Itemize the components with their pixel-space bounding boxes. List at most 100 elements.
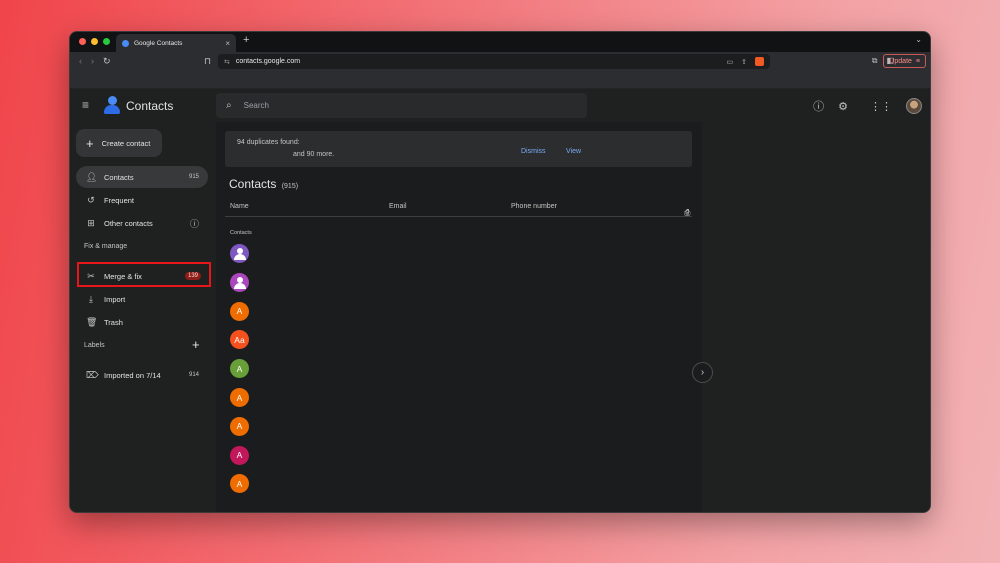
contact-avatar[interactable]: A — [230, 474, 249, 494]
forward-icon[interactable]: › — [91, 56, 94, 67]
cast-icon[interactable]: ▭ — [727, 58, 734, 66]
address-bar[interactable]: ⇆ contacts.google.com ▭ ⇪ — [218, 54, 770, 69]
search-input[interactable] — [243, 101, 544, 110]
sidebar-item-label: Trash — [104, 317, 123, 327]
app-title: Contacts — [126, 99, 174, 113]
nav-buttons: ‹ › ↻ — [79, 56, 111, 67]
contact-avatar[interactable]: A — [230, 388, 249, 407]
extensions-icon[interactable]: ⧉ — [872, 56, 878, 66]
main-menu-icon[interactable]: ≡ — [82, 99, 89, 111]
fix-manage-heading: Fix & manage — [84, 243, 128, 250]
browser-window: Google Contacts × + ⌄ ‹ › ↻ ⊓ ⇆ contacts… — [69, 31, 931, 513]
dismiss-button[interactable]: Dismiss — [521, 148, 546, 155]
create-contact-button[interactable]: + Create contact — [76, 129, 162, 157]
bookmark-icon[interactable]: ⊓ — [204, 56, 211, 67]
duplicates-banner: 94 duplicates found: and 90 more. Dismis… — [225, 131, 692, 167]
app-header: ≡ Contacts ⌕ ⓘ ⚙ ⋮⋮ — [70, 89, 930, 122]
sidebar-item-merge-fix[interactable]: ✂ Merge & fix 139 — [76, 265, 208, 287]
contact-avatar[interactable]: Aa — [230, 330, 249, 350]
contacts-app: ≡ Contacts ⌕ ⓘ ⚙ ⋮⋮ + Create contact 👤︎ … — [70, 89, 930, 512]
tab-list-chevron-icon[interactable]: ⌄ — [915, 35, 922, 44]
main-content: 94 duplicates found: and 90 more. Dismis… — [216, 122, 702, 512]
new-tab-button[interactable]: + — [243, 34, 249, 46]
url-text: contacts.google.com — [235, 58, 301, 65]
header-actions: ⓘ ⚙ ⋮⋮ — [813, 98, 922, 114]
window-controls — [79, 38, 110, 45]
add-label-icon[interactable]: + — [192, 337, 200, 352]
bookmarks-bar — [70, 72, 930, 89]
sidebar-item-label: Merge & fix — [104, 271, 142, 281]
reload-icon[interactable]: ↻ — [103, 56, 111, 67]
brave-shield-icon[interactable] — [755, 57, 764, 66]
view-button[interactable]: View — [566, 148, 581, 155]
back-icon[interactable]: ‹ — [79, 56, 82, 67]
page-title-count: (915) — [281, 183, 299, 190]
hamburger-icon: ≡ — [915, 57, 920, 65]
sidebar-item-other-contacts[interactable]: ⊞ Other contacts ⓘ — [76, 212, 208, 234]
contact-add-icon: ⊞ — [87, 217, 95, 228]
close-tab-icon[interactable]: × — [225, 39, 230, 48]
sidebar-item-label: Frequent — [104, 195, 135, 205]
label-count: 914 — [188, 372, 199, 378]
column-email: Email — [389, 203, 407, 210]
contacts-favicon-icon — [122, 39, 129, 47]
sidebar-item-import[interactable]: ⤓ Import — [76, 288, 208, 310]
contact-avatar[interactable] — [230, 244, 249, 263]
contacts-count: 915 — [188, 174, 199, 180]
sidebar-item-label: Import — [104, 294, 126, 304]
update-button[interactable]: Update ≡ — [883, 54, 926, 68]
sidebar-item-trash[interactable]: 🗑︎ Trash — [76, 311, 208, 333]
sidebar-item-label: Contacts — [104, 172, 134, 182]
account-avatar[interactable] — [906, 98, 922, 114]
browser-tab[interactable]: Google Contacts × — [116, 34, 236, 52]
label-icon: ⌦ — [86, 369, 99, 380]
maximize-window-button[interactable] — [103, 38, 110, 45]
update-label: Update — [889, 57, 912, 65]
minimize-window-button[interactable] — [91, 38, 98, 45]
trash-icon: 🗑︎ — [86, 316, 98, 327]
create-contact-label: Create contact — [101, 138, 151, 148]
search-bar[interactable]: ⌕ — [216, 93, 587, 118]
help-icon[interactable]: ⓘ — [813, 98, 824, 114]
info-icon[interactable]: ⓘ — [190, 217, 199, 230]
tools-icon: ✂ — [87, 270, 95, 281]
sidebar-item-contacts[interactable]: 👤︎ Contacts 915 — [76, 166, 208, 188]
next-chevron-icon[interactable]: › — [692, 362, 713, 383]
history-icon: ↺ — [87, 194, 95, 205]
person-silhouette-icon — [236, 276, 243, 283]
page-title-text: Contacts — [229, 177, 277, 191]
tab-title: Google Contacts — [134, 39, 183, 47]
search-icon: ⌕ — [226, 100, 232, 111]
browser-toolbar: ‹ › ↻ ⊓ ⇆ contacts.google.com ▭ ⇪ ⧉ ◧ Up… — [70, 52, 930, 72]
download-icon: ⤓ — [89, 293, 93, 304]
apps-grid-icon[interactable]: ⋮⋮ — [870, 100, 892, 113]
contact-avatar[interactable]: A — [230, 301, 249, 321]
merge-badge: 139 — [184, 272, 201, 280]
page-title: Contacts (915) — [229, 177, 298, 191]
sidebar-item-label-imported[interactable]: ⌦ Imported on 7/14 914 — [76, 364, 208, 386]
table-header: Name Email Phone number ⎙ ⇪ ⋮ — [225, 197, 692, 217]
plus-icon: + — [86, 135, 94, 151]
tab-strip: Google Contacts × + ⌄ — [70, 32, 930, 52]
person-icon: 👤︎ — [86, 171, 98, 182]
column-phone: Phone number — [511, 203, 557, 210]
close-window-button[interactable] — [79, 38, 86, 45]
group-label: Contacts — [230, 230, 252, 236]
banner-line-2: and 90 more. — [293, 151, 335, 158]
contact-avatar[interactable]: A — [230, 359, 249, 379]
sidebar-item-label: Other contacts — [104, 218, 153, 228]
settings-gear-icon[interactable]: ⚙ — [838, 100, 848, 113]
contact-avatar[interactable] — [230, 272, 249, 292]
person-silhouette-icon — [233, 254, 246, 260]
labels-heading: Labels — [84, 342, 105, 349]
contact-avatar[interactable]: A — [230, 445, 249, 465]
site-settings-icon[interactable]: ⇆ — [224, 58, 230, 66]
banner-line-1: 94 duplicates found: — [237, 139, 300, 146]
more-options-icon[interactable]: ⋮ — [684, 208, 692, 217]
sidebar-item-label: Imported on 7/14 — [104, 370, 161, 380]
contacts-logo-icon — [104, 96, 120, 114]
contact-avatar[interactable]: A — [230, 416, 249, 436]
share-icon[interactable]: ⇪ — [741, 58, 747, 66]
sidebar-item-frequent[interactable]: ↺ Frequent — [76, 189, 208, 211]
column-name: Name — [230, 203, 249, 210]
